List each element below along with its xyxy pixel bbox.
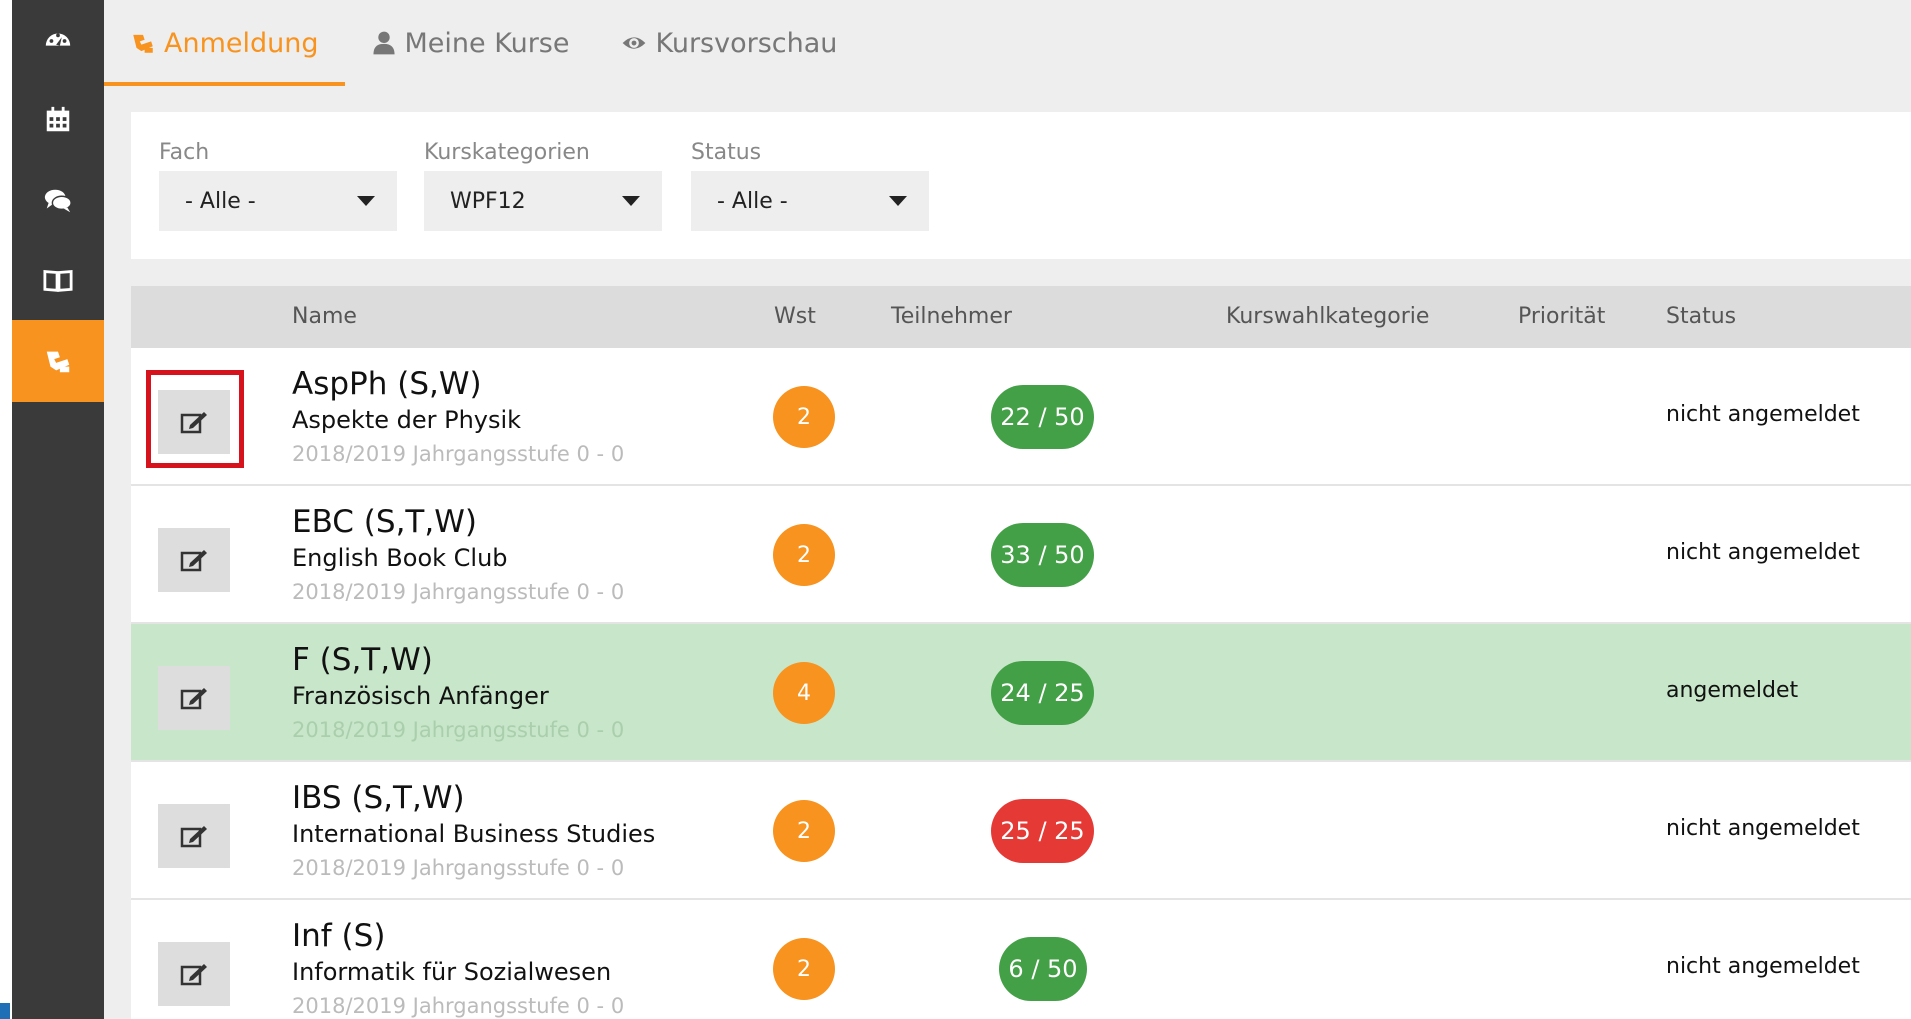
registration-status: angemeldet	[1666, 678, 1799, 703]
participants-badge: 25 / 25	[991, 799, 1094, 863]
table-row: F (S,T,W) Französisch Anfänger 2018/2019…	[131, 624, 1911, 762]
column-header-wst[interactable]: Wst	[774, 304, 816, 329]
course-code[interactable]: EBC (S,T,W)	[292, 504, 477, 540]
registration-status: nicht angemeldet	[1666, 540, 1860, 565]
filter-status: Status - Alle -	[691, 140, 929, 231]
column-header-name[interactable]: Name	[292, 304, 357, 329]
chevron-down-icon	[889, 196, 907, 206]
sidebar-item-messages[interactable]	[12, 160, 104, 240]
filter-kurskategorien: Kurskategorien WPF12	[424, 140, 662, 231]
course-title: Französisch Anfänger	[292, 682, 549, 710]
course-code[interactable]: Inf (S)	[292, 918, 385, 954]
sidebar	[12, 0, 104, 1019]
course-table: Name Wst Teilnehmer Kurswahlkategorie Pr…	[131, 286, 1911, 1019]
course-code[interactable]: F (S,T,W)	[292, 642, 433, 678]
registration-status: nicht angemeldet	[1666, 402, 1860, 427]
calendar-icon	[46, 106, 70, 132]
course-year: 2018/2019 Jahrgangsstufe 0 - 0	[292, 442, 625, 466]
course-title: International Business Studies	[292, 820, 656, 848]
filter-label: Fach	[159, 140, 210, 165]
tab-kursvorschau[interactable]: Kursvorschau	[595, 0, 863, 86]
tab-label: Meine Kurse	[404, 27, 570, 59]
status-select[interactable]: - Alle -	[691, 171, 929, 231]
sidebar-item-courses[interactable]	[12, 240, 104, 320]
edit-button[interactable]	[158, 528, 230, 592]
filter-fach: Fach - Alle -	[159, 140, 397, 231]
edit-icon	[180, 964, 207, 986]
course-title: English Book Club	[292, 544, 508, 572]
edit-button[interactable]	[158, 390, 230, 454]
course-year: 2018/2019 Jahrgangsstufe 0 - 0	[292, 580, 625, 604]
edit-button[interactable]	[158, 942, 230, 1006]
course-year: 2018/2019 Jahrgangsstufe 0 - 0	[292, 856, 625, 880]
book-icon	[43, 270, 73, 292]
participants-badge: 22 / 50	[991, 385, 1094, 449]
top-tabs: Anmeldung Meine Kurse Kursvorschau	[104, 0, 1911, 86]
course-registration-icon	[46, 351, 70, 373]
edit-icon	[180, 826, 207, 848]
wst-badge: 2	[773, 938, 835, 1000]
sidebar-item-calendar[interactable]	[12, 80, 104, 160]
select-value: - Alle -	[185, 188, 256, 214]
course-code[interactable]: IBS (S,T,W)	[292, 780, 465, 816]
user-icon	[372, 31, 395, 55]
wst-badge: 4	[773, 662, 835, 724]
fach-select[interactable]: - Alle -	[159, 171, 397, 231]
column-header-status[interactable]: Status	[1666, 304, 1736, 329]
comments-icon	[44, 189, 72, 213]
participants-badge: 6 / 50	[999, 937, 1087, 1001]
registration-status: nicht angemeldet	[1666, 954, 1860, 979]
tab-label: Kursvorschau	[655, 27, 838, 59]
column-header-teilnehmer[interactable]: Teilnehmer	[891, 304, 1012, 329]
eye-icon	[623, 37, 646, 49]
course-title: Aspekte der Physik	[292, 406, 522, 434]
sidebar-item-registration[interactable]	[12, 320, 104, 402]
edit-icon	[180, 688, 207, 710]
edge-marker	[0, 1003, 10, 1019]
filter-panel: Fach - Alle - Kurskategorien WPF12 Statu…	[131, 112, 1911, 259]
table-row: Inf (S) Informatik für Sozialwesen 2018/…	[131, 900, 1911, 1019]
course-year: 2018/2019 Jahrgangsstufe 0 - 0	[292, 994, 625, 1018]
course-year: 2018/2019 Jahrgangsstufe 0 - 0	[292, 718, 625, 742]
participants-badge: 33 / 50	[991, 523, 1094, 587]
chevron-down-icon	[622, 196, 640, 206]
left-edge-strip	[0, 0, 12, 1019]
tab-meine-kurse[interactable]: Meine Kurse	[345, 0, 596, 86]
table-row: EBC (S,T,W) English Book Club 2018/2019 …	[131, 486, 1911, 624]
edit-icon	[180, 412, 207, 434]
participants-badge: 24 / 25	[991, 661, 1094, 725]
registration-status: nicht angemeldet	[1666, 816, 1860, 841]
kurskategorien-select[interactable]: WPF12	[424, 171, 662, 231]
column-header-prioritaet[interactable]: Priorität	[1518, 304, 1605, 329]
edit-button[interactable]	[158, 666, 230, 730]
column-header-kurswahlkategorie[interactable]: Kurswahlkategorie	[1226, 304, 1429, 329]
filter-label: Kurskategorien	[424, 140, 590, 165]
table-row: IBS (S,T,W) International Business Studi…	[131, 762, 1911, 900]
filter-label: Status	[691, 140, 762, 165]
sidebar-item-dashboard[interactable]	[12, 0, 104, 80]
select-value: - Alle -	[717, 188, 788, 214]
course-title: Informatik für Sozialwesen	[292, 958, 612, 986]
chevron-down-icon	[357, 196, 375, 206]
registration-icon	[133, 34, 153, 53]
table-header: Name Wst Teilnehmer Kurswahlkategorie Pr…	[131, 286, 1911, 348]
tab-label: Anmeldung	[164, 27, 319, 59]
course-code[interactable]: AspPh (S,W)	[292, 366, 482, 402]
select-value: WPF12	[450, 188, 526, 214]
edit-icon	[180, 550, 207, 572]
dashboard-icon	[45, 33, 71, 46]
edit-button[interactable]	[158, 804, 230, 868]
tab-anmeldung[interactable]: Anmeldung	[104, 0, 345, 86]
table-row: AspPh (S,W) Aspekte der Physik 2018/2019…	[131, 348, 1911, 486]
wst-badge: 2	[773, 800, 835, 862]
wst-badge: 2	[773, 386, 835, 448]
wst-badge: 2	[773, 524, 835, 586]
